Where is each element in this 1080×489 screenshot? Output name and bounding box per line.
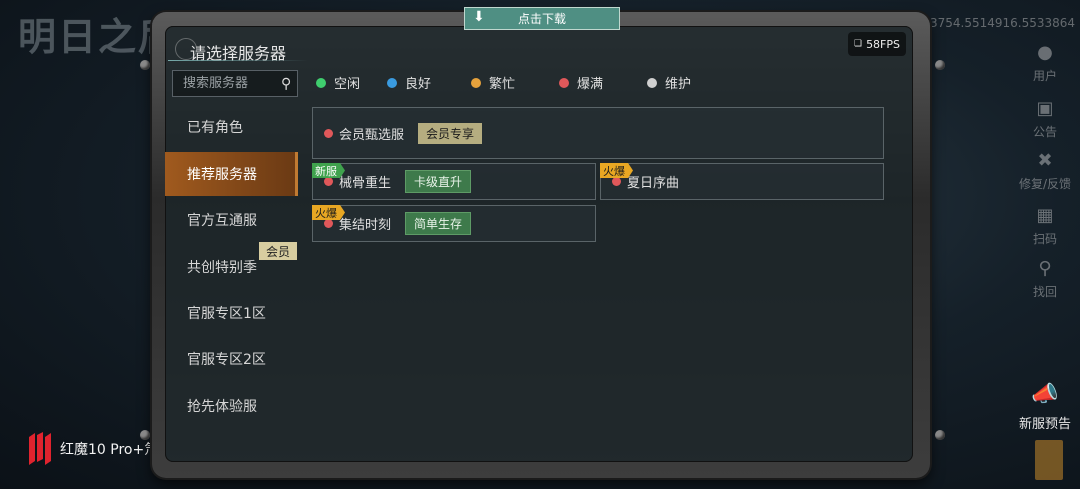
frame-bolt xyxy=(140,60,150,70)
status-dot-icon xyxy=(316,77,326,88)
frame-bolt xyxy=(935,430,945,440)
legend-label: 空闲 xyxy=(334,77,361,92)
scan-menu-label: 扫码 xyxy=(1032,232,1057,246)
status-legend-busy: 繁忙 xyxy=(471,73,515,92)
new-server-announce[interactable]: 📣 新服预告 xyxy=(1010,382,1080,432)
download-label: 点击下载 xyxy=(517,12,566,26)
announce-label: 新服预告 xyxy=(1018,417,1071,432)
tab-label: 官方互通服 xyxy=(187,213,257,229)
legend-label: 维护 xyxy=(665,77,692,92)
server-badge: 卡级直升 xyxy=(405,170,472,193)
tab-early-access[interactable]: 抢先体验服 xyxy=(165,384,298,428)
coordinate-readout: 3754.5514916.5533864 xyxy=(930,16,1076,30)
tab-label: 已有角色 xyxy=(187,120,243,136)
tab-existing-roles[interactable]: 已有角色 xyxy=(165,105,298,149)
server-name: 夏日序曲 xyxy=(627,176,680,191)
search-icon[interactable]: ⚲ xyxy=(281,76,291,92)
server-card[interactable]: 火爆 集结时刻 简单生存 xyxy=(312,205,596,242)
hot-server-tag: 火爆 xyxy=(312,205,345,220)
user-menu-item[interactable]: ● 用户 xyxy=(1010,42,1080,84)
server-name: 会员甄选服 xyxy=(339,127,405,143)
tab-label: 抢先体验服 xyxy=(187,399,257,415)
server-name: 械骨重生 xyxy=(339,176,392,191)
download-icon: ⬇ xyxy=(473,9,485,25)
tab-label: 官服专区1区 xyxy=(187,306,266,322)
title-underline xyxy=(168,60,308,61)
fps-icon: ❏ xyxy=(853,39,863,49)
tab-official-interop[interactable]: 官方互通服 xyxy=(165,198,298,242)
age-rating-badge xyxy=(1035,440,1063,480)
status-legend-good: 良好 xyxy=(387,73,431,92)
repair-icon: ✖ xyxy=(1037,150,1053,171)
user-icon: ● xyxy=(1037,42,1053,63)
legend-label: 繁忙 xyxy=(489,77,516,92)
status-legend-full: 爆满 xyxy=(559,73,603,92)
notice-menu-label: 公告 xyxy=(1032,125,1057,139)
server-name: 集结时刻 xyxy=(339,218,392,233)
server-status-icon xyxy=(612,177,621,186)
hot-server-tag: 火爆 xyxy=(600,163,633,178)
retrieve-menu-label: 找回 xyxy=(1032,285,1057,299)
fps-value: 58FPS xyxy=(866,37,901,51)
tab-label: 官服专区2区 xyxy=(187,352,266,368)
legend-label: 爆满 xyxy=(577,77,604,92)
tab-label: 推荐服务器 xyxy=(187,167,257,183)
server-card[interactable]: 新服 械骨重生 卡级直升 xyxy=(312,163,596,200)
frame-bolt xyxy=(935,60,945,70)
repair-menu-item[interactable]: ✖ 修复/反馈 xyxy=(1010,150,1080,192)
search-input[interactable] xyxy=(181,75,277,92)
retrieve-icon: ⚲ xyxy=(1038,258,1052,279)
status-dot-icon xyxy=(647,77,657,88)
status-legend-free: 空闲 xyxy=(316,73,360,92)
status-dot-icon xyxy=(387,77,397,88)
tab-official-zone-2[interactable]: 官服专区2区 xyxy=(165,337,298,381)
legend-label: 良好 xyxy=(405,77,432,92)
retrieve-menu-item[interactable]: ⚲ 找回 xyxy=(1010,258,1080,300)
server-status-icon xyxy=(324,177,333,186)
fps-indicator: ❏ 58FPS xyxy=(848,32,906,56)
notice-icon: ▣ xyxy=(1036,98,1054,119)
status-dot-icon xyxy=(471,77,481,88)
new-server-tag: 新服 xyxy=(312,163,345,178)
server-card[interactable]: 会员甄选服 会员专享 xyxy=(312,107,884,159)
server-search[interactable]: ⚲ xyxy=(172,70,298,97)
frame-bolt xyxy=(140,430,150,440)
vip-tag: 会员 xyxy=(259,242,297,260)
server-badge: 会员专享 xyxy=(418,122,483,144)
server-card[interactable]: 火爆 夏日序曲 xyxy=(600,163,884,200)
tab-recommended[interactable]: 推荐服务器 xyxy=(165,152,298,196)
megaphone-icon: 📣 xyxy=(1031,382,1059,407)
server-status-icon xyxy=(324,219,333,228)
notice-menu-item[interactable]: ▣ 公告 xyxy=(1010,98,1080,140)
scan-icon: ▦ xyxy=(1036,205,1054,226)
status-dot-icon xyxy=(559,77,569,88)
user-menu-label: 用户 xyxy=(1032,69,1057,83)
status-legend-maintenance: 维护 xyxy=(647,73,691,92)
tab-label: 共创特别季 xyxy=(187,260,257,276)
download-button[interactable]: ⬇ 点击下载 xyxy=(464,7,620,30)
scan-menu-item[interactable]: ▦ 扫码 xyxy=(1010,205,1080,247)
tab-official-zone-1[interactable]: 官服专区1区 xyxy=(165,291,298,335)
repair-menu-label: 修复/反馈 xyxy=(1018,177,1072,191)
redmagic-logo-icon xyxy=(29,432,51,465)
server-badge: 简单生存 xyxy=(405,212,472,235)
server-status-icon xyxy=(324,128,333,138)
